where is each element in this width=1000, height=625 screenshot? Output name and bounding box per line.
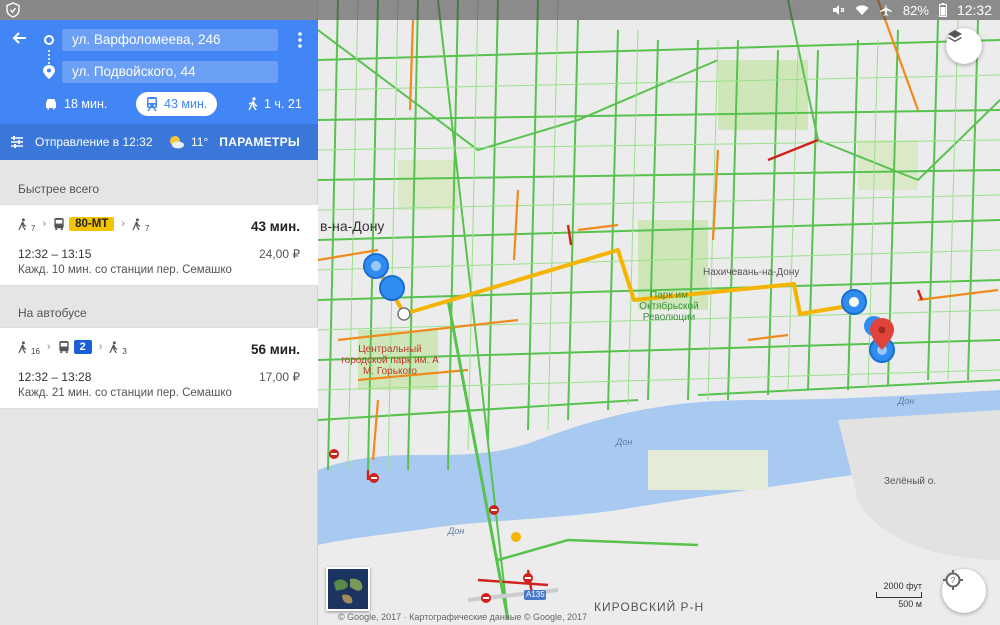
scale-m: 500 м xyxy=(898,599,922,609)
route-times: 12:32 – 13:15 xyxy=(18,247,92,261)
map-copyright: © Google, 2017 · Картографические данные… xyxy=(338,612,587,622)
travel-modes: 18 мин. 43 мин. 1 ч. 21 xyxy=(0,90,318,118)
river-label-3: Дон xyxy=(898,396,915,406)
back-arrow-icon[interactable] xyxy=(10,28,30,48)
shield-icon xyxy=(6,2,20,18)
train-icon xyxy=(147,97,157,111)
origin-field[interactable]: ул. Варфоломеева, 246 xyxy=(62,29,278,51)
layers-button[interactable] xyxy=(946,28,982,64)
route-option-card[interactable]: 7 › 80-МТ › 7 43 мин. 12:32 – 13:15 24,0… xyxy=(0,204,318,286)
river-label-2: Дон xyxy=(448,526,465,536)
layers-icon xyxy=(948,30,962,42)
car-icon xyxy=(46,99,56,110)
status-icons: 82% 12:32 xyxy=(831,2,992,18)
route-steps: 16 › 2 › 3 xyxy=(18,340,127,356)
map-view[interactable]: в-на-Дону Парк им Октябрьской Революции … xyxy=(318,0,1000,625)
scale-bar xyxy=(876,592,922,598)
globe-icon xyxy=(328,569,368,609)
destination-pin-icon xyxy=(43,65,55,79)
battery-percent: 82% xyxy=(902,2,929,18)
depart-options-row[interactable]: Отправление в 12:32 11° ПАРАМЕТРЫ xyxy=(0,124,318,160)
origin-circle-icon xyxy=(44,35,54,45)
mode-transit-tab[interactable]: 43 мин. xyxy=(136,92,218,116)
scale-ft: 2000 фут xyxy=(883,581,922,591)
airplane-icon xyxy=(879,4,892,16)
walk-minutes-before: 16 xyxy=(31,346,40,356)
more-vert-icon[interactable] xyxy=(298,32,302,48)
directions-header: ул. Варфоломеева, 246 ул. Подвойского, 4… xyxy=(0,20,318,160)
my-location-button[interactable]: ? xyxy=(942,569,986,613)
walk-icon xyxy=(18,340,27,353)
bus-icon xyxy=(58,340,69,353)
route-price: 24,00 ₽ xyxy=(259,247,300,261)
bus-route-badge: 2 xyxy=(73,340,92,354)
route-frequency: Кажд. 10 мин. со станции пер. Семашко xyxy=(18,264,232,276)
route-steps: 7 › 80-МТ › 7 xyxy=(18,217,150,233)
bus-icon xyxy=(54,217,64,230)
location-crosshair-icon: ? xyxy=(943,570,963,590)
park-label-gorky: Центральный городской парк им. А М. Горь… xyxy=(341,344,439,377)
chevron-right-icon: › xyxy=(42,218,47,230)
walk-minutes-before: 7 xyxy=(31,223,36,233)
route-frequency: Кажд. 21 мин. со станции пер. Семашко xyxy=(18,387,232,399)
section-title-fastest: Быстрее всего xyxy=(18,182,100,196)
city-label: в-на-Дону xyxy=(320,218,385,234)
weather-sun-cloud-icon xyxy=(170,136,184,149)
park-label-october: Парк им Октябрьской Революции xyxy=(639,290,699,323)
road-shield-a135: A135 xyxy=(526,590,545,599)
tune-icon xyxy=(11,136,23,148)
destination-field[interactable]: ул. Подвойского, 44 xyxy=(62,61,278,83)
map-scale: 2000 фут 500 м xyxy=(876,581,922,609)
mode-car-tab[interactable]: 18 мин. xyxy=(44,92,107,116)
chevron-right-icon: › xyxy=(46,341,51,353)
route-price: 17,00 ₽ xyxy=(259,370,300,384)
island-label: Зелёный о. xyxy=(884,476,937,487)
route-times: 12:32 – 13:28 xyxy=(18,370,92,384)
chevron-right-icon: › xyxy=(121,218,126,230)
walk-icon xyxy=(248,97,258,111)
route-dots xyxy=(48,50,50,64)
mode-car-time: 18 мин. xyxy=(64,97,108,111)
origin-marker xyxy=(397,307,411,321)
mute-icon xyxy=(832,5,845,15)
bus-route-badge: 80-МТ xyxy=(69,217,115,231)
mode-transit-time: 43 мин. xyxy=(164,97,208,111)
clock-time: 12:32 xyxy=(956,2,992,18)
route-duration: 43 мин. xyxy=(251,219,300,234)
mode-walk-time: 1 ч. 21 xyxy=(264,97,302,111)
route-option-card[interactable]: 16 › 2 › 3 56 мин. 12:32 – 13:28 17,00 ₽… xyxy=(0,327,318,409)
chevron-right-icon: › xyxy=(98,341,103,353)
section-title-bus: На автобусе xyxy=(18,306,87,320)
walk-minutes-after: 7 xyxy=(145,223,150,233)
params-button[interactable]: ПАРАМЕТРЫ xyxy=(219,135,300,149)
mode-walk-tab[interactable]: 1 ч. 21 xyxy=(248,92,302,116)
route-duration: 56 мин. xyxy=(251,342,300,357)
battery-icon xyxy=(938,3,947,17)
temperature: 11° xyxy=(191,135,209,149)
district-label: КИРОВСКИЙ Р-Н xyxy=(594,600,705,614)
river-label-1: Дон xyxy=(616,437,633,447)
svg-text:?: ? xyxy=(951,576,956,585)
status-bar: 82% 12:32 xyxy=(0,0,1000,20)
depart-time-text: Отправление в 12:32 xyxy=(35,135,153,149)
walk-minutes-after: 3 xyxy=(122,346,127,356)
nakhichevan-label: Нахичевань-на-Дону xyxy=(703,267,800,278)
wifi-icon xyxy=(855,5,869,15)
walk-icon xyxy=(132,217,141,230)
directions-panel: ул. Варфоломеева, 246 ул. Подвойского, 4… xyxy=(0,0,318,625)
walk-icon xyxy=(109,340,118,353)
walk-icon xyxy=(18,217,27,230)
satellite-thumbnail[interactable] xyxy=(326,567,370,611)
